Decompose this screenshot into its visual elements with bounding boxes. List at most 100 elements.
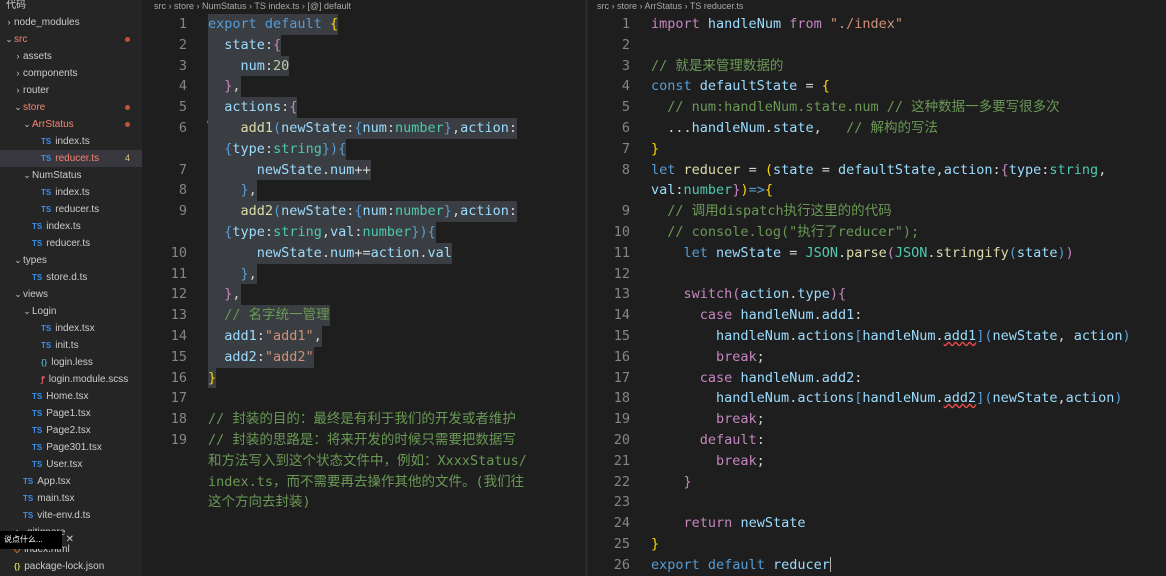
code-line[interactable]: 12 }, [145,284,585,306]
tree-file[interactable]: TS reducer.ts [0,201,142,218]
code-line[interactable]: 10 newState.num+=action.val [145,242,585,264]
code-line[interactable]: 9 // 调用dispatch执行这里的的代码 [588,201,1166,222]
code-line[interactable]: 23 [588,492,1166,513]
code-line[interactable]: 1 export default { [145,14,585,35]
code-line[interactable]: 11 let newState = JSON.parse(JSON.string… [588,243,1166,264]
code-line[interactable]: 9 add2(newState:{num:number},action: [145,201,585,222]
code-line[interactable]: 18 handleNum.actions[handleNum.add2](new… [588,388,1166,409]
code-line[interactable]: 4 }, [145,76,585,98]
code-line[interactable]: 6💡 add1(newState:{num:number},action: [145,118,585,139]
code-line[interactable]: 11 }, [145,263,585,285]
code-line[interactable]: 13 // 名字统一管理 [145,305,585,326]
tree-file[interactable]: TS index.ts [0,184,142,201]
tree-file[interactable]: TS User.tsx [0,456,142,473]
breadcrumb[interactable]: src › store › NumStatus › TS index.ts › … [145,0,585,13]
code-line[interactable]: 3 num:20 [145,55,585,77]
tree-folder[interactable]: › assets [0,48,142,65]
tree-file[interactable]: TS Page1.tsx [0,405,142,422]
tree-folder[interactable]: ⌄ArrStatus [0,116,142,133]
code-line[interactable]: 18 // 封装的目的：最终是有利于我们的开发或者维护 [145,409,585,430]
tree-file[interactable]: TS store.d.ts [0,269,142,286]
breadcrumb[interactable]: src › store › ArrStatus › TS reducer.ts [588,0,1166,13]
code-line[interactable]: 8 }, [145,180,585,202]
tree-file[interactable]: TS App.tsx [0,473,142,490]
code-line[interactable]: 17 case handleNum.add2: [588,368,1166,389]
code-line[interactable]: {type:string,val:number}){ [145,222,585,243]
code-line[interactable]: 24 return newState [588,513,1166,534]
comment-tooltip[interactable]: 说点什么... ✕ [0,531,74,549]
tree-file[interactable]: TS index.tsx [0,320,142,337]
left-editor[interactable]: src › store › NumStatus › TS index.ts › … [145,0,585,576]
code-line[interactable]: 19 // 封装的思路是：将来开发的时候只需要把数据写 [145,430,585,451]
tree-file[interactable]: TS index.ts [0,218,142,235]
code-line[interactable]: 15 handleNum.actions[handleNum.add1](new… [588,326,1166,347]
code-line[interactable]: 和方法写入到这个状态文件中，例如：XxxxStatus/ [145,451,585,472]
close-icon[interactable]: ✕ [66,531,74,549]
right-editor[interactable]: src › store › ArrStatus › TS reducer.ts … [588,0,1166,576]
tree-file[interactable]: TS index.ts [0,133,142,150]
code-token: ) [829,286,839,303]
tree-folder[interactable]: › components [0,65,142,82]
tree-folder[interactable]: › node_modules [0,14,142,31]
code-line[interactable]: 1 import handleNum from "./index" [588,14,1166,35]
code-line[interactable]: val:number})=>{ [588,180,1166,201]
code-line[interactable]: 4 const defaultState = { [588,76,1166,97]
tree-file[interactable]: {} login.less [0,354,142,371]
code-line[interactable]: 20 default: [588,430,1166,451]
tree-folder[interactable]: ⌄NumStatus [0,167,142,184]
tree-file[interactable]: TS reducer.ts [0,235,142,252]
code-line[interactable]: 3 // 就是来管理数据的 [588,56,1166,77]
code-line[interactable]: {type:string}){ [145,138,585,160]
tree-file[interactable]: TS reducer.ts 4 [0,150,142,167]
tree-file[interactable]: TS init.ts [0,337,142,354]
tree-file[interactable]: TS vite-env.d.ts [0,507,142,524]
code-line[interactable]: 26 export default reducer [588,555,1166,576]
line-number: 2 [621,36,630,53]
code-line[interactable]: 5 // num:handleNum.state.num // 这种数据一多要写… [588,97,1166,118]
tree-folder[interactable]: ⌄types [0,252,142,269]
code-line[interactable]: 6 ...handleNum.state, // 解构的写法 [588,118,1166,139]
code-token: import [651,16,700,32]
tree-file[interactable]: TS Home.tsx [0,388,142,405]
code-line[interactable]: 17 [145,388,585,409]
code-token: . [321,244,330,261]
code-line[interactable]: 19 break; [588,409,1166,430]
tree-folder[interactable]: ⌄Login [0,303,142,320]
code-line[interactable]: 25} [588,534,1166,555]
code-line[interactable]: 16 break; [588,347,1166,368]
code-line[interactable]: 这个方向去封装) [145,492,585,513]
code-line[interactable]: 12 [588,264,1166,285]
tree-folder[interactable]: ⌄views [0,286,142,303]
code-token: type [232,140,265,157]
code-line[interactable]: index.ts，而不需要再去操作其他的文件。(我们往 [145,472,585,493]
code-line[interactable]: 14 add1:"add1", [145,326,585,347]
code-line[interactable]: 15 add2:"add2" [145,346,585,368]
code-line[interactable]: 2 [588,35,1166,56]
code-line[interactable]: 13 switch(action.type){ [588,284,1166,305]
code-line[interactable]: 22 } [588,472,1166,493]
code-line[interactable]: 10 // console.log("执行了reducer"); [588,222,1166,243]
code-line[interactable]: 8 let reducer = (state = defaultState,act… [588,160,1166,181]
code-line[interactable]: 2 state:{ [145,34,585,56]
code-line[interactable]: 21 break; [588,451,1166,472]
code-token: defaultState [838,161,936,178]
code-line[interactable]: 7} [588,139,1166,160]
code-line[interactable]: 16} [145,367,585,389]
code-text: // 名字统一管理 [208,305,330,326]
tree-file[interactable]: TS Page2.tsx [0,422,142,439]
code-line[interactable]: 14 case handleNum.add1: [588,305,1166,326]
code-token: add1 [240,120,274,136]
problem-count-badge: 4 [124,153,130,163]
tree-folder[interactable]: ⌄src [0,31,142,48]
tree-file[interactable]: TS main.tsx [0,490,142,507]
tree-file[interactable]: TS Page301.tsx [0,439,142,456]
code-line[interactable]: 7 newState.num++ [145,159,585,181]
tree-file[interactable]: {} package-lock.json [0,558,142,575]
tree-folder[interactable]: ⌄store [0,99,142,116]
ts-file-icon: TS [23,477,34,486]
tree-file[interactable]: ꝭ login.module.scss [0,371,142,388]
tree-folder[interactable]: › router [0,82,142,99]
